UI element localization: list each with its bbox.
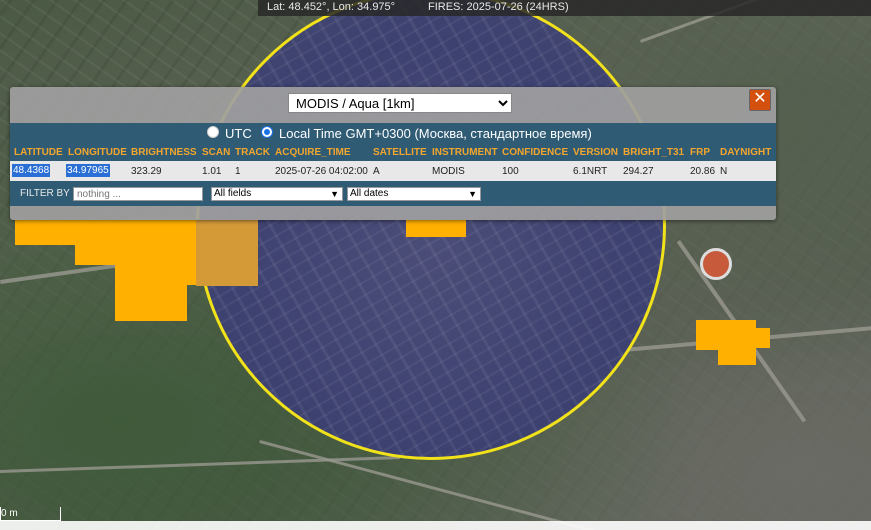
table-cell: 2025-07-26 04:02:00 (275, 166, 368, 177)
column-header[interactable]: BRIGHT_T31 (623, 147, 684, 158)
fire-pixel[interactable] (115, 265, 196, 285)
fire-pixel[interactable] (718, 345, 756, 365)
fields-select-value: All fields (214, 188, 252, 199)
table-cell: 34.97965 (66, 164, 110, 177)
fire-pixel[interactable] (196, 220, 258, 286)
fire-pixel[interactable] (406, 220, 466, 237)
chevron-down-icon: ▼ (330, 189, 339, 199)
column-header[interactable]: LONGITUDE (68, 147, 127, 158)
attribution-strip (0, 521, 871, 530)
utc-label: UTC (225, 126, 252, 141)
filter-label: FILTER BY (20, 188, 70, 199)
close-button[interactable]: ✕ (749, 89, 771, 111)
column-header[interactable]: BRIGHTNESS (131, 147, 197, 158)
cursor-coordinates: Lat: 48.452°, Lon: 34.975° (267, 1, 396, 13)
column-header[interactable]: CONFIDENCE (502, 147, 568, 158)
dates-select-value: All dates (350, 188, 389, 199)
fires-date-label: FIRES: 2025-07-26 (24HRS) (428, 1, 569, 13)
fire-pixel[interactable] (75, 245, 196, 265)
table-cell: 20.86 (690, 166, 716, 177)
fields-select[interactable]: All fields ▼ (211, 187, 343, 201)
column-header[interactable]: FRP (690, 147, 710, 158)
table-cell: MODIS (432, 166, 465, 177)
column-header[interactable]: TRACK (235, 147, 270, 158)
table-cell: 100 (502, 166, 519, 177)
table-cell: 48.4368 (12, 164, 51, 177)
table-cell: 323.29 (131, 166, 162, 177)
fire-pixel[interactable] (740, 328, 770, 348)
table-cell: 1 (235, 166, 241, 177)
scale-label: 0 m (1, 508, 18, 519)
table-cell: A (373, 166, 380, 177)
satellite-select[interactable]: MODIS / Aqua [1km] (288, 93, 512, 113)
stadium (700, 248, 732, 280)
column-header[interactable]: DAYNIGHT (720, 147, 771, 158)
chevron-down-icon: ▼ (468, 189, 477, 199)
column-header[interactable]: INSTRUMENT (432, 147, 498, 158)
local-time-radio[interactable] (261, 126, 273, 138)
timezone-bar: UTC Local Time GMT+0300 (Москва, стандар… (10, 123, 776, 143)
column-header[interactable]: LATITUDE (14, 147, 63, 158)
filter-input[interactable] (73, 187, 203, 201)
table-header-row: LATITUDE LONGITUDE BRIGHTNESS SCAN TRACK… (10, 143, 776, 161)
status-bar: Lat: 48.452°, Lon: 34.975° FIRES: 2025-0… (258, 0, 871, 16)
column-header[interactable]: ACQUIRE_TIME (275, 147, 351, 158)
table-cell: 6.1NRT (573, 166, 608, 177)
satellite-map[interactable] (0, 0, 871, 530)
fire-info-popup: MODIS / Aqua [1km] ✕ UTC Local Time GMT+… (10, 87, 776, 220)
utc-radio[interactable] (207, 126, 219, 138)
dates-select[interactable]: All dates ▼ (347, 187, 481, 201)
local-time-label: Local Time GMT+0300 (Москва, стандартное… (279, 126, 592, 141)
fire-pixel[interactable] (115, 285, 187, 321)
column-header[interactable]: SCAN (202, 147, 230, 158)
filter-bar: FILTER BY All fields ▼ All dates ▼ (10, 181, 776, 206)
table-cell: 1.01 (202, 166, 222, 177)
column-header[interactable]: VERSION (573, 147, 618, 158)
column-header[interactable]: SATELLITE (373, 147, 427, 158)
table-cell: 294.27 (623, 166, 654, 177)
scale-bar: 0 m (0, 507, 61, 521)
table-cell: N (720, 166, 728, 177)
table-row: 48.4368 34.97965 323.29 1.01 1 2025-07-2… (10, 161, 776, 181)
